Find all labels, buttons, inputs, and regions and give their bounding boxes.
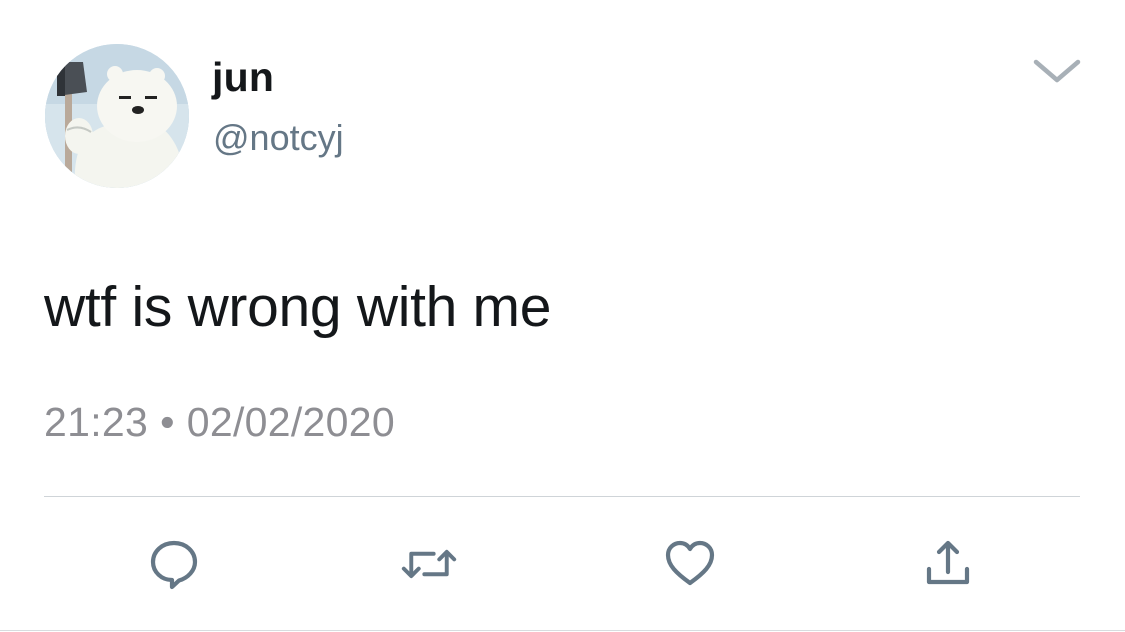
reply-button[interactable] <box>146 536 202 592</box>
retweet-button[interactable] <box>401 536 457 592</box>
avatar[interactable] <box>45 44 189 188</box>
polar-bear-avatar-image <box>45 44 189 188</box>
tweet-timestamp[interactable]: 21:23 • 02/02/2020 <box>44 393 395 451</box>
user-handle[interactable]: @notcyj <box>213 116 344 160</box>
chevron-down-icon[interactable] <box>1030 54 1084 86</box>
timestamp-separator: • <box>160 399 175 445</box>
reply-icon <box>150 540 198 590</box>
like-button[interactable] <box>662 536 718 592</box>
heart-icon <box>665 540 715 586</box>
tweet-date: 02/02/2020 <box>186 399 395 445</box>
retweet-icon <box>401 549 457 579</box>
display-name[interactable]: jun <box>212 52 274 102</box>
tweet-card: jun @notcyj wtf is wrong with me 21:23 • 0… <box>0 0 1125 632</box>
share-icon <box>926 540 970 585</box>
tweet-text: wtf is wrong with me <box>44 275 552 339</box>
tweet-time: 21:23 <box>44 399 149 445</box>
bottom-divider <box>0 630 1125 631</box>
share-button[interactable] <box>920 536 976 592</box>
divider <box>44 496 1080 497</box>
